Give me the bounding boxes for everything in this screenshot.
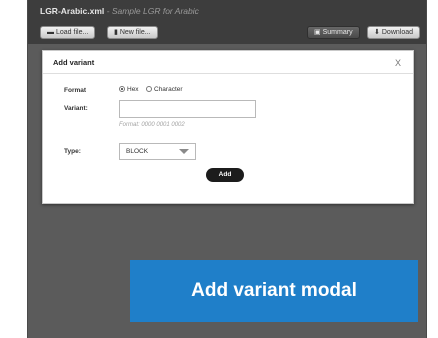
radio-unselected-icon [146, 86, 152, 92]
file-name: LGR-Arabic.xml [40, 6, 105, 16]
download-button[interactable]: ⬇ Download [367, 26, 421, 39]
add-variant-modal: Add variant X Format Hex Character Varia… [42, 50, 414, 204]
modal-header: Add variant X [43, 51, 413, 74]
top-bar: LGR-Arabic.xml - Sample LGR for Arabic ▬… [28, 0, 426, 44]
document-icon: ▮ [114, 29, 118, 36]
radio-selected-icon [119, 86, 125, 92]
type-select[interactable]: BLOCK [119, 143, 196, 160]
new-file-button[interactable]: ▮ New file... [107, 26, 158, 39]
format-character-label: Character [154, 86, 183, 93]
folder-icon: ▬ [47, 29, 54, 36]
new-file-label: New file... [119, 29, 151, 36]
summary-icon: ▣ [314, 29, 321, 36]
add-button[interactable]: Add [206, 168, 244, 182]
modal-title: Add variant [53, 58, 95, 67]
type-label: Type: [64, 148, 81, 155]
type-selected-value: BLOCK [126, 148, 149, 155]
summary-label: Summary [322, 29, 353, 36]
variant-format-hint: Format: 0000 0001 0002 [119, 122, 185, 128]
format-radio-character[interactable]: Character [146, 86, 183, 93]
title-separator: - [104, 6, 112, 16]
close-icon[interactable]: X [395, 58, 401, 68]
summary-button[interactable]: ▣ Summary [307, 26, 360, 39]
lgr-editor-window: LGR-Arabic.xml - Sample LGR for Arabic ▬… [27, 0, 427, 338]
load-file-button[interactable]: ▬ Load file... [40, 26, 96, 39]
format-label: Format [64, 87, 87, 94]
load-file-label: Load file... [56, 29, 89, 36]
window-title: LGR-Arabic.xml - Sample LGR for Arabic [40, 6, 199, 16]
variant-input[interactable] [119, 100, 256, 118]
format-radio-hex[interactable]: Hex [119, 86, 139, 93]
file-subtitle: Sample LGR for Arabic [111, 6, 199, 16]
chevron-down-icon [179, 149, 189, 154]
format-hex-label: Hex [127, 86, 139, 93]
variant-label: Variant: [64, 105, 88, 112]
download-label: Download [381, 29, 414, 36]
download-icon: ⬇ [374, 29, 380, 36]
caption-banner: Add variant modal [130, 260, 418, 322]
